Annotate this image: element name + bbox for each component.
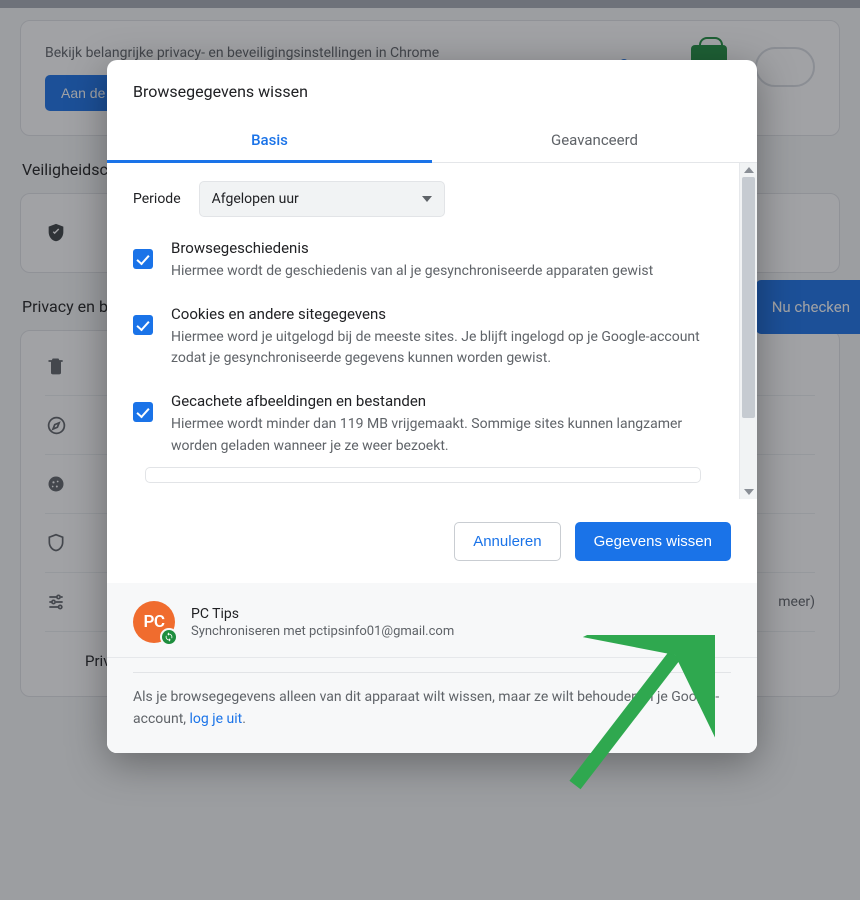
dialog-tabs: Basis Geavanceerd bbox=[107, 117, 757, 163]
option-title: Cookies en andere sitegegevens bbox=[171, 305, 713, 323]
option-browsing-history: Browsegeschiedenis Hiermee wordt de gesc… bbox=[133, 239, 713, 283]
dialog-scroll-area: Periode Afgelopen uur Browsegeschiedenis… bbox=[107, 163, 757, 499]
option-description: Hiermee word je uitgelogd bij de meeste … bbox=[171, 327, 713, 370]
scroll-down-icon[interactable] bbox=[744, 489, 754, 495]
checkbox-browsing-history[interactable] bbox=[133, 249, 153, 269]
clear-browsing-data-dialog: Browsegegevens wissen Basis Geavanceerd … bbox=[107, 60, 757, 753]
tab-basic[interactable]: Basis bbox=[107, 117, 432, 162]
option-title: Browsegeschiedenis bbox=[171, 239, 653, 257]
checkbox-cached-files[interactable] bbox=[133, 402, 153, 422]
cancel-button[interactable]: Annuleren bbox=[454, 522, 560, 561]
tab-advanced[interactable]: Geavanceerd bbox=[432, 117, 757, 162]
time-range-select[interactable]: Afgelopen uur bbox=[199, 181, 445, 217]
footnote-text-post: . bbox=[242, 711, 246, 727]
truncated-content-indicator bbox=[145, 467, 701, 483]
checkbox-cookies[interactable] bbox=[133, 315, 153, 335]
time-range-value: Afgelopen uur bbox=[212, 191, 299, 207]
scroll-up-icon[interactable] bbox=[744, 167, 754, 173]
account-sync-line: Synchroniseren met pctipsinfo01@gmail.co… bbox=[191, 624, 454, 639]
time-range-row: Periode Afgelopen uur bbox=[133, 181, 713, 217]
dialog-scrollbar[interactable] bbox=[739, 163, 757, 499]
clear-data-button[interactable]: Gegevens wissen bbox=[575, 522, 731, 561]
option-description: Hiermee wordt de geschiedenis van al je … bbox=[171, 261, 653, 283]
dialog-footer: Annuleren Gegevens wissen PC PC Tips Syn… bbox=[107, 499, 757, 752]
option-description: Hiermee wordt minder dan 119 MB vrijgema… bbox=[171, 414, 713, 457]
avatar-initials: PC bbox=[143, 612, 164, 632]
option-title: Gecachete afbeeldingen en bestanden bbox=[171, 392, 713, 410]
chevron-down-icon bbox=[422, 196, 432, 202]
avatar: PC bbox=[133, 601, 175, 643]
sync-badge-icon bbox=[160, 628, 178, 646]
account-name: PC Tips bbox=[191, 606, 454, 622]
sign-out-link[interactable]: log je uit bbox=[190, 711, 243, 727]
scrollbar-track[interactable] bbox=[740, 177, 757, 485]
option-cookies: Cookies en andere sitegegevens Hiermee w… bbox=[133, 305, 713, 370]
scrollbar-thumb[interactable] bbox=[742, 177, 755, 418]
dialog-footnote: Als je browsegegevens alleen van dit app… bbox=[107, 658, 757, 752]
dialog-title: Browsegegevens wissen bbox=[107, 60, 757, 117]
option-cached-files: Gecachete afbeeldingen en bestanden Hier… bbox=[133, 392, 713, 457]
account-info-band: PC PC Tips Synchroniseren met pctipsinfo… bbox=[107, 583, 757, 658]
time-range-label: Periode bbox=[133, 191, 181, 207]
